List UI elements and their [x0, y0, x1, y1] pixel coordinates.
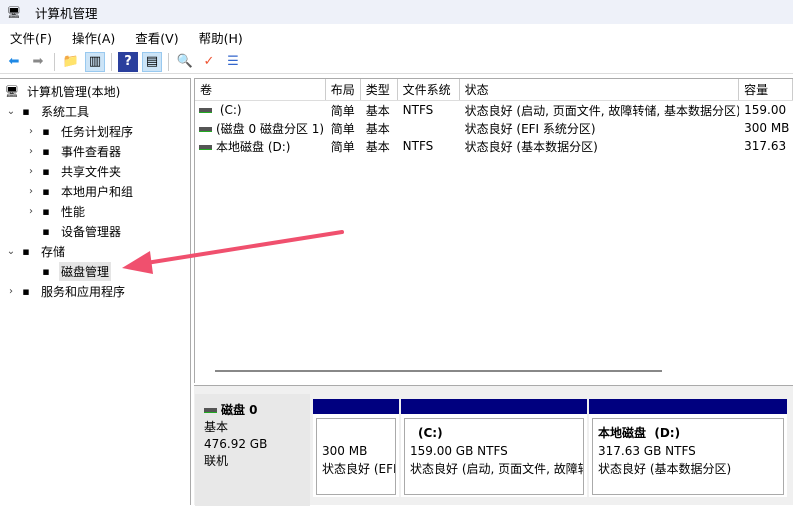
annotation-arrow — [122, 230, 344, 274]
